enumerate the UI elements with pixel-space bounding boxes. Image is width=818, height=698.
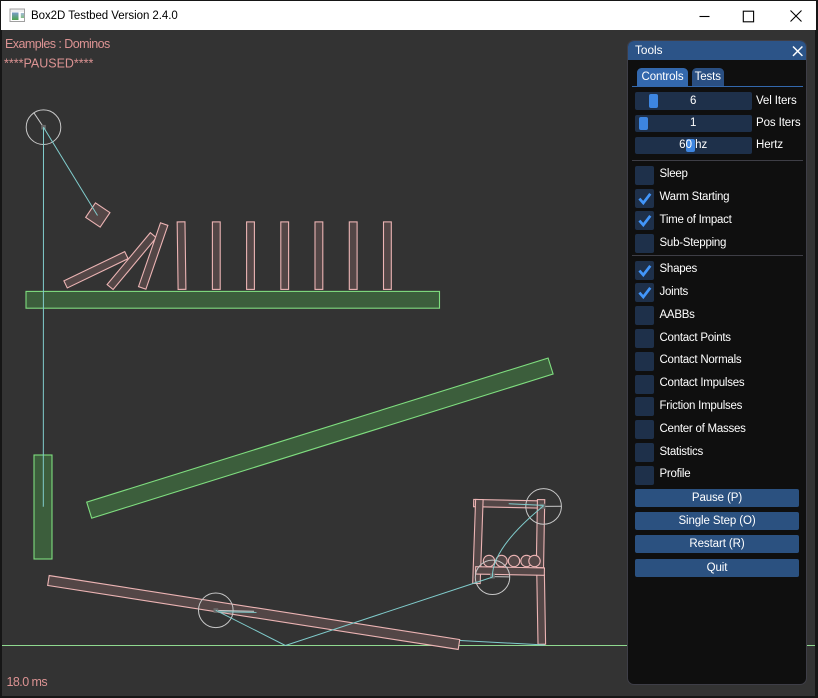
- svg-text:****PAUSED****: ****PAUSED****: [4, 57, 94, 71]
- svg-text:Examples : Dominos: Examples : Dominos: [5, 37, 110, 51]
- svg-text:18.0 ms: 18.0 ms: [7, 675, 48, 689]
